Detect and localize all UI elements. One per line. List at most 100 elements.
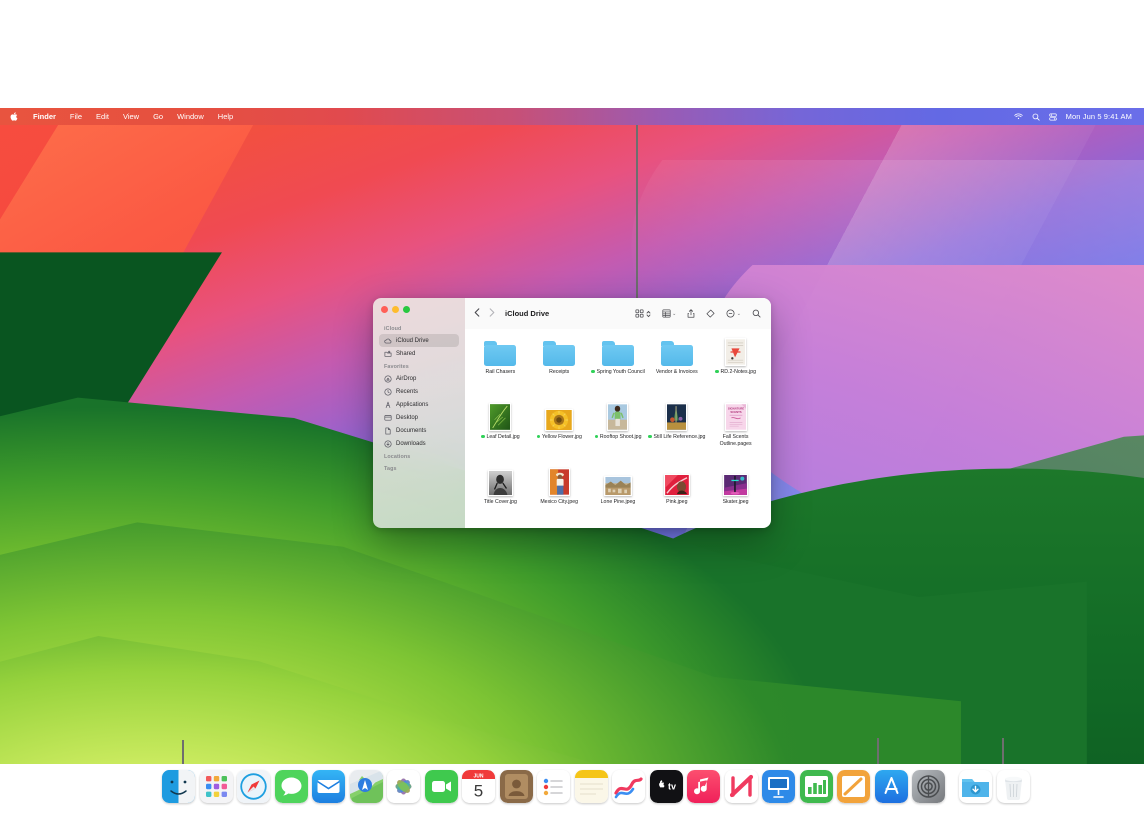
share-icon[interactable]: [687, 309, 695, 318]
dock-item-news[interactable]: [724, 770, 758, 803]
finder-item-name: Yellow Flower.jpg: [541, 434, 582, 440]
window-traffic-lights: [379, 304, 459, 322]
finder-item[interactable]: Mexico City.jpeg: [530, 463, 589, 528]
sidebar-item-recents[interactable]: Recents: [379, 385, 459, 398]
image-thumbnail: [601, 401, 635, 431]
dock-item-photos[interactable]: [387, 770, 420, 803]
finder-nav-buttons: [474, 308, 495, 319]
menu-bar-status-area: Mon Jun 5 9:41 AM: [1013, 112, 1136, 121]
sidebar-item-applications[interactable]: Applications: [379, 398, 459, 411]
finder-file-grid: Rail Chasers Receipts Spring Youth Counc…: [465, 329, 771, 528]
finder-item[interactable]: Leaf Detail.jpg: [471, 398, 530, 463]
finder-content-pane: iCloud Drive ⌄ ⌄ Rail Chasers Receipts S…: [465, 298, 771, 528]
dock-item-facetime[interactable]: [424, 770, 458, 803]
finder-item[interactable]: Rail Chasers: [471, 333, 530, 398]
finder-item-label-wrap: Rail Chasers: [486, 369, 516, 376]
menu-item-finder[interactable]: Finder: [26, 113, 63, 121]
menu-item-file[interactable]: File: [63, 113, 89, 121]
dock-item-pages[interactable]: [837, 770, 870, 803]
finder-item[interactable]: Spring Youth Council: [589, 333, 648, 398]
image-thumbnail: [660, 466, 694, 496]
dock-item-app-store[interactable]: [874, 770, 908, 803]
minimize-button[interactable]: [392, 306, 399, 313]
wifi-icon[interactable]: [1013, 113, 1023, 120]
dock-item-contacts[interactable]: [499, 770, 533, 803]
finder-item[interactable]: Pink.jpeg: [647, 463, 706, 528]
calendar-day-label: 5: [474, 782, 483, 801]
calendar-month-label: JUN: [473, 773, 483, 779]
dock-item-reminders[interactable]: [537, 770, 570, 803]
finder-item-name: Leaf Detail.jpg: [486, 434, 520, 440]
apple-menu-icon[interactable]: [6, 112, 26, 121]
menu-item-help[interactable]: Help: [211, 113, 240, 121]
sidebar-header-locations: Locations: [384, 454, 411, 460]
finder-item[interactable]: Still Life Reference.jpg: [647, 398, 706, 463]
more-actions-icon[interactable]: ⌄: [726, 309, 741, 318]
maximize-button[interactable]: [403, 306, 410, 313]
menu-bar-left: Finder File Edit View Go Window Help: [6, 112, 240, 121]
finder-item-name: Vendor & Invoices: [655, 369, 698, 375]
finder-toolbar-buttons: ⌄ ⌄: [635, 309, 761, 318]
sidebar-item-label: Recents: [396, 388, 419, 395]
finder-item-label-wrap: Lone Pine.jpeg: [601, 499, 636, 506]
sidebar-item-downloads[interactable]: Downloads: [379, 437, 459, 450]
search-icon[interactable]: [1032, 113, 1040, 121]
dock-item-trash[interactable]: [997, 770, 1030, 803]
dock-item-safari[interactable]: [237, 770, 270, 803]
control-center-icon[interactable]: [1048, 113, 1057, 121]
close-button[interactable]: [381, 306, 388, 313]
top-margin-mask: [0, 0, 1144, 108]
sidebar-item-icloud-drive[interactable]: iCloud Drive: [379, 334, 459, 347]
dock-item-launchpad[interactable]: [199, 770, 233, 803]
dock-item-finder[interactable]: [162, 770, 195, 803]
menu-item-go[interactable]: Go: [146, 113, 170, 121]
menu-bar-clock[interactable]: Mon Jun 5 9:41 AM: [1066, 112, 1132, 121]
sidebar-header-tags: Tags: [384, 466, 397, 472]
finder-item[interactable]: RD.2-Notes.jpg: [706, 333, 765, 398]
finder-item[interactable]: Rooftop Shoot.jpg: [589, 398, 648, 463]
sidebar-header-icloud: iCloud: [384, 326, 402, 332]
sidebar-item-airdrop[interactable]: AirDrop: [379, 372, 459, 385]
chevron-right-icon[interactable]: [489, 308, 495, 319]
dock-item-messages[interactable]: [274, 770, 308, 803]
finder-search-icon[interactable]: [752, 309, 761, 318]
finder-item[interactable]: Yellow Flower.jpg: [530, 398, 589, 463]
finder-window-title: iCloud Drive: [505, 309, 550, 318]
finder-item-label-wrap: Mexico City.jpeg: [540, 499, 578, 506]
finder-item[interactable]: Lone Pine.jpeg: [589, 463, 648, 528]
dock-item-downloads-folder[interactable]: [959, 770, 992, 803]
finder-item-name: Receipts: [549, 369, 570, 375]
dock-item-system-settings[interactable]: [912, 770, 945, 803]
menu-item-view[interactable]: View: [116, 113, 146, 121]
dock-item-notes[interactable]: [574, 770, 608, 803]
finder-item[interactable]: SIGNATURE SCENTS Fall Scents Outline.pag…: [706, 398, 765, 463]
finder-item[interactable]: Receipts: [530, 333, 589, 398]
dock-item-music[interactable]: [687, 770, 720, 803]
image-thumbnail: [719, 336, 753, 366]
sidebar-item-documents[interactable]: Documents: [379, 424, 459, 437]
tag-dot-green-icon: [715, 370, 719, 374]
dock-item-keynote[interactable]: [762, 770, 795, 803]
dock-item-calendar[interactable]: JUN 5: [462, 770, 495, 803]
finder-item[interactable]: Title Cover.jpg: [471, 463, 530, 528]
folder-icon: [660, 336, 694, 366]
dock-item-numbers[interactable]: [799, 770, 833, 803]
sidebar-item-label: Documents: [396, 427, 427, 434]
menu-item-edit[interactable]: Edit: [89, 113, 116, 121]
group-by-icon[interactable]: ⌄: [662, 309, 676, 318]
dock-item-maps[interactable]: [349, 770, 383, 803]
finder-item[interactable]: Skater.jpeg: [706, 463, 765, 528]
menu-item-window[interactable]: Window: [170, 113, 211, 121]
dock-item-mail[interactable]: [312, 770, 345, 803]
finder-window[interactable]: iCloud iCloud Drive Shared Favorites Air…: [373, 298, 771, 528]
finder-item[interactable]: Vendor & Invoices: [647, 333, 706, 398]
airdrop-icon: [384, 374, 392, 383]
chevron-left-icon[interactable]: [474, 308, 480, 319]
tag-icon[interactable]: [706, 309, 715, 318]
dock-item-freeform[interactable]: [612, 770, 645, 803]
dock-item-tv[interactable]: tv: [649, 770, 683, 803]
sidebar-item-shared[interactable]: Shared: [379, 347, 459, 360]
icon-view-icon[interactable]: [635, 309, 651, 318]
sidebar-item-desktop[interactable]: Desktop: [379, 411, 459, 424]
finder-item-label-wrap: Spring Youth Council: [591, 369, 645, 376]
